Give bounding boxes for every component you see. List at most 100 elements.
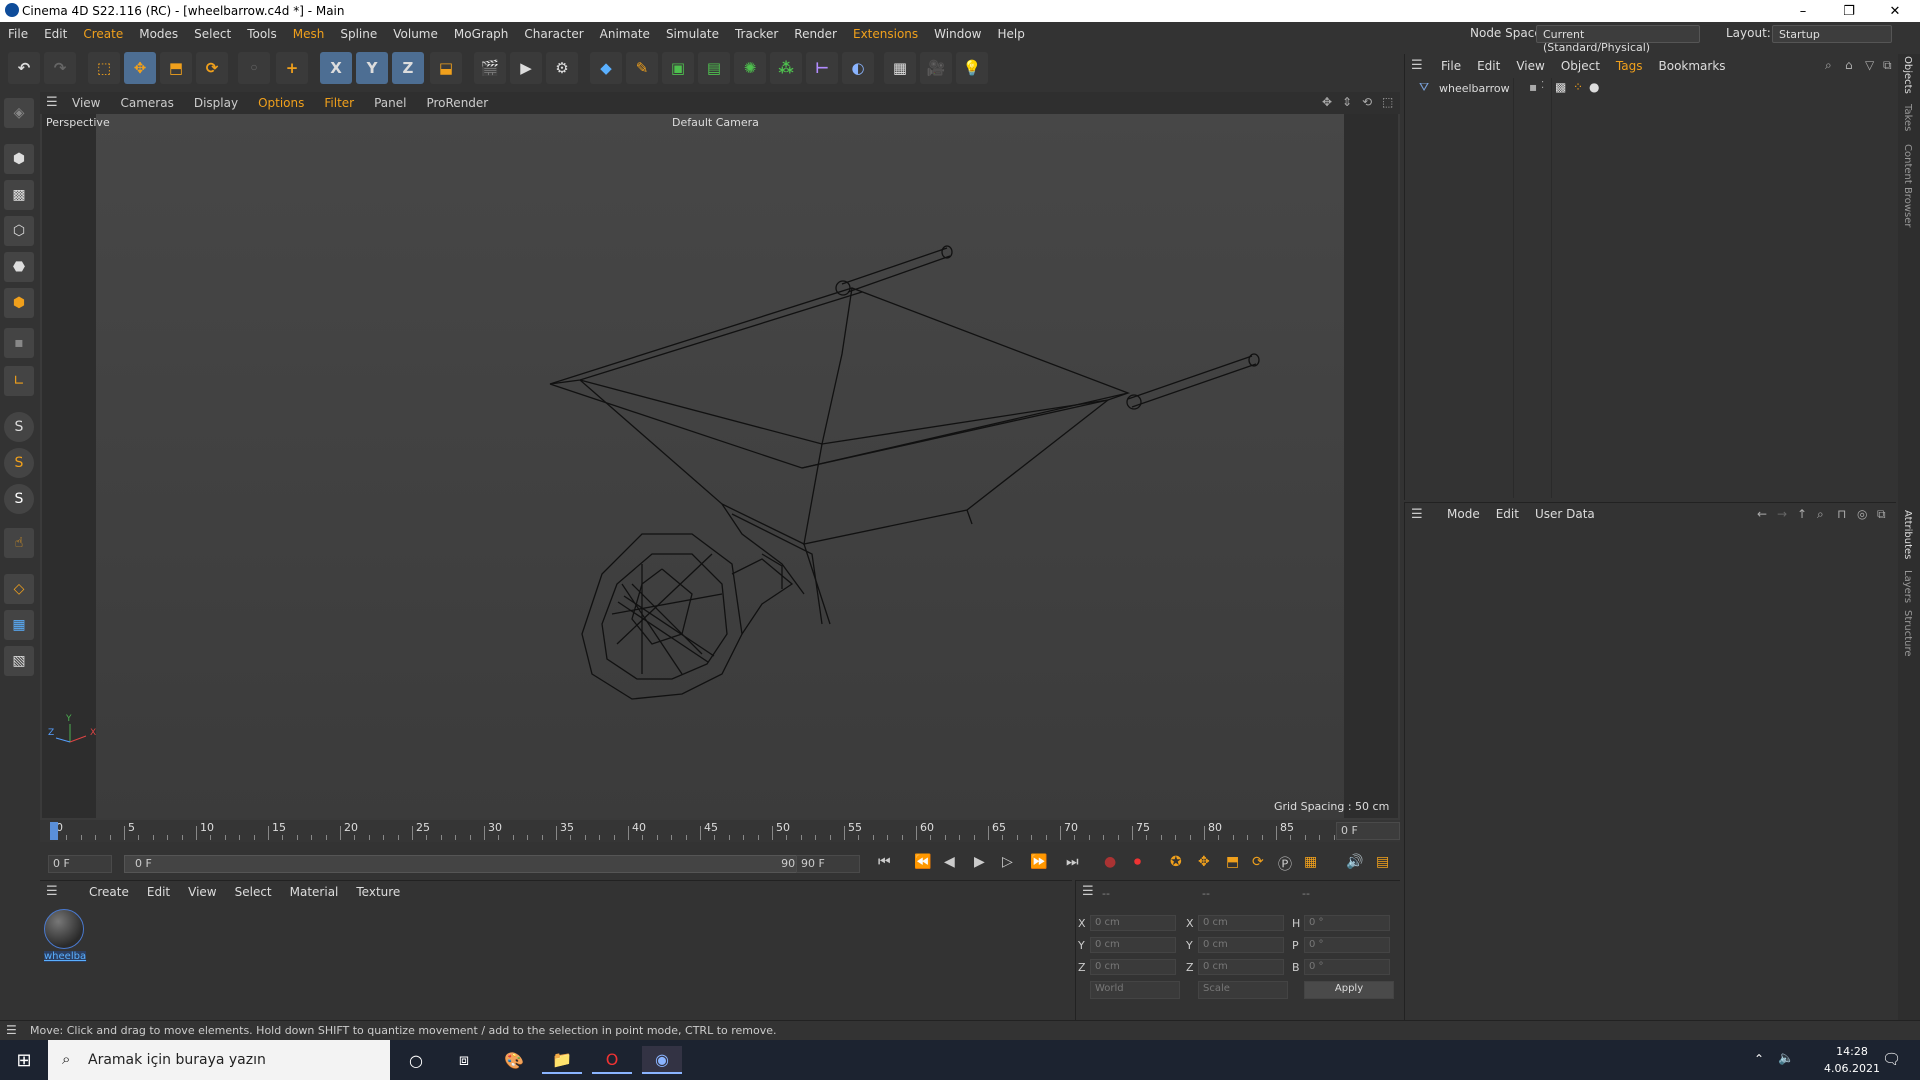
new-window-icon[interactable]: ⧉ <box>1883 58 1892 73</box>
max-frame-field[interactable]: 90 F <box>796 855 860 873</box>
status-hamburger-icon[interactable]: ☰ <box>6 1023 17 1037</box>
mat-menu-edit[interactable]: Edit <box>138 885 179 899</box>
file-explorer-icon[interactable]: 📁 <box>542 1046 582 1074</box>
vp-menu-options[interactable]: Options <box>248 96 314 110</box>
obj-menu-file[interactable]: File <box>1433 59 1469 73</box>
snap-settings-icon[interactable]: S <box>4 448 34 478</box>
keyframe-selection-icon[interactable]: ✪ <box>1170 854 1182 870</box>
pan-view-icon[interactable]: ✥ <box>1322 95 1332 109</box>
menu-help[interactable]: Help <box>990 27 1033 41</box>
back-arrow-icon[interactable]: ← <box>1757 507 1767 521</box>
settings-icon[interactable]: ◎ <box>1857 507 1867 521</box>
size-y-field[interactable]: 0 cm <box>1198 937 1284 953</box>
size-x-field[interactable]: 0 cm <box>1198 915 1284 931</box>
mat-menu-select[interactable]: Select <box>226 885 281 899</box>
object-hamburger-icon[interactable]: ☰ <box>1411 58 1423 73</box>
search-icon[interactable]: ⌕ <box>1825 58 1832 73</box>
grid-icon[interactable]: ▦ <box>4 610 34 640</box>
filter-icon[interactable]: ▽ <box>1865 58 1874 72</box>
menu-file[interactable]: File <box>0 27 36 41</box>
paint-icon[interactable]: 🎨 <box>494 1046 534 1074</box>
light-icon[interactable]: 💡 <box>956 52 988 84</box>
task-view-icon[interactable]: ⧈ <box>444 1046 484 1074</box>
timeline-playhead[interactable] <box>50 822 58 840</box>
min-frame-field[interactable]: 0 F <box>48 855 112 873</box>
restore-button[interactable]: ❐ <box>1826 0 1872 22</box>
layout-dropdown[interactable]: Startup <box>1772 25 1892 43</box>
go-to-start-icon[interactable]: ⏮ <box>878 854 891 870</box>
lock-icon[interactable]: ⊓ <box>1837 507 1846 521</box>
menu-mograph[interactable]: MoGraph <box>446 27 517 41</box>
z-axis-lock-icon[interactable]: Z <box>392 52 424 84</box>
mat-menu-material[interactable]: Material <box>281 885 348 899</box>
cloner-icon[interactable]: ✺ <box>734 52 766 84</box>
obj-menu-object[interactable]: Object <box>1553 59 1608 73</box>
x-axis-lock-icon[interactable]: X <box>320 52 352 84</box>
editor-visibility-icon[interactable]: ▪ <box>1529 80 1537 94</box>
deformer-icon[interactable]: ⊢ <box>806 52 838 84</box>
home-icon[interactable]: ⌂ <box>1845 58 1853 72</box>
clock-date[interactable]: 4.06.2021 <box>1812 1062 1892 1075</box>
next-key-icon[interactable]: ⏩ <box>1030 854 1047 870</box>
texture-mode-icon[interactable]: ▩ <box>4 180 34 210</box>
position-x-field[interactable]: 0 cm <box>1090 915 1176 931</box>
undo-icon[interactable]: ↶ <box>8 52 40 84</box>
volume-icon[interactable]: 🔈 <box>1778 1051 1794 1066</box>
model-mode-icon[interactable]: ⬢ <box>4 144 34 174</box>
play-forward-icon[interactable]: ▶ <box>974 854 985 870</box>
attr-new-window-icon[interactable]: ⧉ <box>1877 507 1886 522</box>
menu-spline[interactable]: Spline <box>332 27 385 41</box>
y-axis-lock-icon[interactable]: Y <box>356 52 388 84</box>
current-frame-field[interactable]: 0 F <box>1336 822 1400 840</box>
workplane-icon[interactable]: ◇ <box>4 574 34 604</box>
zoom-view-icon[interactable]: ⇕ <box>1342 95 1352 109</box>
material-swatch[interactable]: wheelba <box>44 909 86 969</box>
coord-mode-dropdown[interactable]: World <box>1090 981 1180 999</box>
tab-layers[interactable]: Layers <box>1902 570 1913 603</box>
menu-volume[interactable]: Volume <box>385 27 446 41</box>
timeline-window-icon[interactable]: ▤ <box>1376 854 1389 870</box>
menu-window[interactable]: Window <box>926 27 989 41</box>
material-tag-icon[interactable]: ● <box>1589 80 1599 94</box>
tab-objects[interactable]: Objects <box>1902 56 1913 94</box>
hamburger-icon[interactable]: ☰ <box>46 95 58 110</box>
axis-mode-icon[interactable]: ∟ <box>4 366 34 396</box>
redo-icon[interactable]: ↷ <box>44 52 76 84</box>
vp-menu-display[interactable]: Display <box>184 96 248 110</box>
floor-icon[interactable]: ▦ <box>884 52 916 84</box>
next-frame-icon[interactable]: ▷ <box>1002 854 1013 870</box>
pla-key-icon[interactable]: ▦ <box>1304 854 1317 870</box>
cube-icon[interactable]: ◆ <box>590 52 622 84</box>
size-z-field[interactable]: 0 cm <box>1198 959 1284 975</box>
scale-key-icon[interactable]: ⬒ <box>1226 854 1239 870</box>
record-active-objects-icon[interactable]: ● <box>1104 854 1116 870</box>
menu-animate[interactable]: Animate <box>592 27 658 41</box>
opera-icon[interactable]: O <box>592 1046 632 1074</box>
world-coordinates-icon[interactable]: ⬓ <box>430 52 462 84</box>
move-tool-icon[interactable]: ✥ <box>124 52 156 84</box>
cinema4d-taskbar-icon[interactable]: ◉ <box>642 1046 682 1074</box>
autokeying-icon[interactable]: ⏺ <box>1134 854 1141 870</box>
menu-tracker[interactable]: Tracker <box>727 27 786 41</box>
frame-range-slider[interactable]: 0 F 90 F <box>124 855 816 873</box>
forward-arrow-icon[interactable]: → <box>1777 507 1787 521</box>
cortana-icon[interactable]: ○ <box>396 1046 436 1074</box>
vp-menu-prorender[interactable]: ProRender <box>416 96 498 110</box>
menu-mesh[interactable]: Mesh <box>285 27 333 41</box>
workplane-snap-icon[interactable]: S <box>4 484 34 514</box>
menu-select[interactable]: Select <box>186 27 239 41</box>
snap-icon[interactable]: S <box>4 412 34 442</box>
texture-tag-icon[interactable]: ▩ <box>1555 80 1566 94</box>
extrude-icon[interactable]: ▤ <box>698 52 730 84</box>
tweak-icon[interactable]: ☝ <box>4 528 34 558</box>
rotation-h-field[interactable]: 0 ° <box>1304 915 1390 931</box>
rotate-tool-icon[interactable]: ⟳ <box>196 52 228 84</box>
notifications-icon[interactable]: 🗨 <box>1882 1050 1901 1068</box>
coord-hamburger-icon[interactable]: ☰ <box>1082 884 1094 899</box>
coord-scale-dropdown[interactable]: Scale <box>1198 981 1288 999</box>
go-to-end-icon[interactable]: ⏭ <box>1066 854 1079 870</box>
parameter-key-icon[interactable]: Ⓟ <box>1278 854 1292 874</box>
previous-key-icon[interactable]: ⏪ <box>914 854 931 870</box>
material-hamburger-icon[interactable]: ☰ <box>46 884 58 899</box>
position-z-field[interactable]: 0 cm <box>1090 959 1176 975</box>
